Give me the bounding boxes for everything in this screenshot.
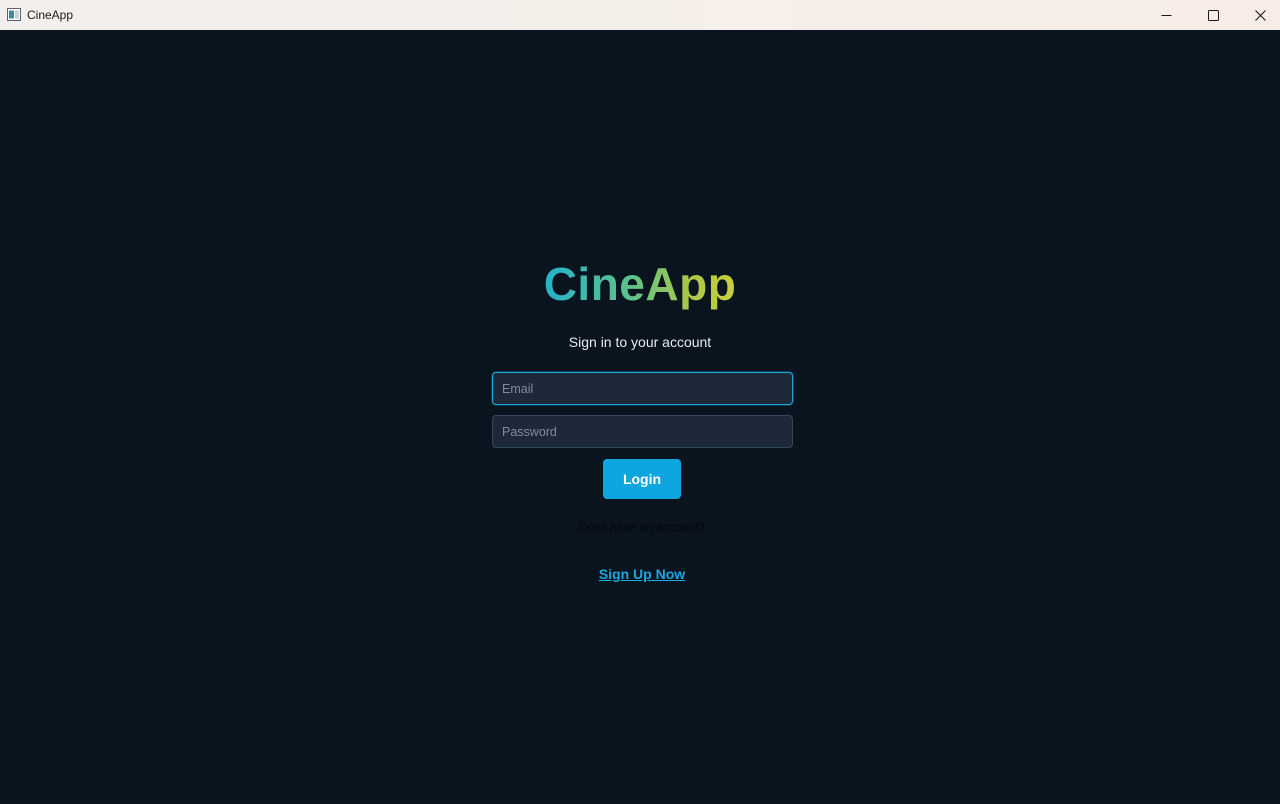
signup-link[interactable]: Sign Up Now [540,565,744,583]
window-title: CineApp [27,8,74,22]
close-icon [1254,9,1266,21]
app-logo: CineApp [440,254,840,314]
password-field[interactable] [492,415,793,448]
maximize-button[interactable] [1190,0,1236,30]
login-button[interactable]: Login [603,459,681,499]
email-field[interactable] [492,372,793,405]
window-titlebar: CineApp [0,0,1280,30]
close-button[interactable] [1237,0,1280,30]
app-icon [7,8,21,21]
maximize-icon [1207,9,1219,21]
signin-subtitle: Sign in to your account [568,334,712,350]
logo-text: CineApp [543,258,737,310]
minimize-button[interactable] [1143,0,1189,30]
no-account-text: Don't have an account? [579,520,705,534]
minimize-icon [1161,10,1172,21]
login-screen: CineApp Sign in to your account Login Do… [0,30,1280,804]
